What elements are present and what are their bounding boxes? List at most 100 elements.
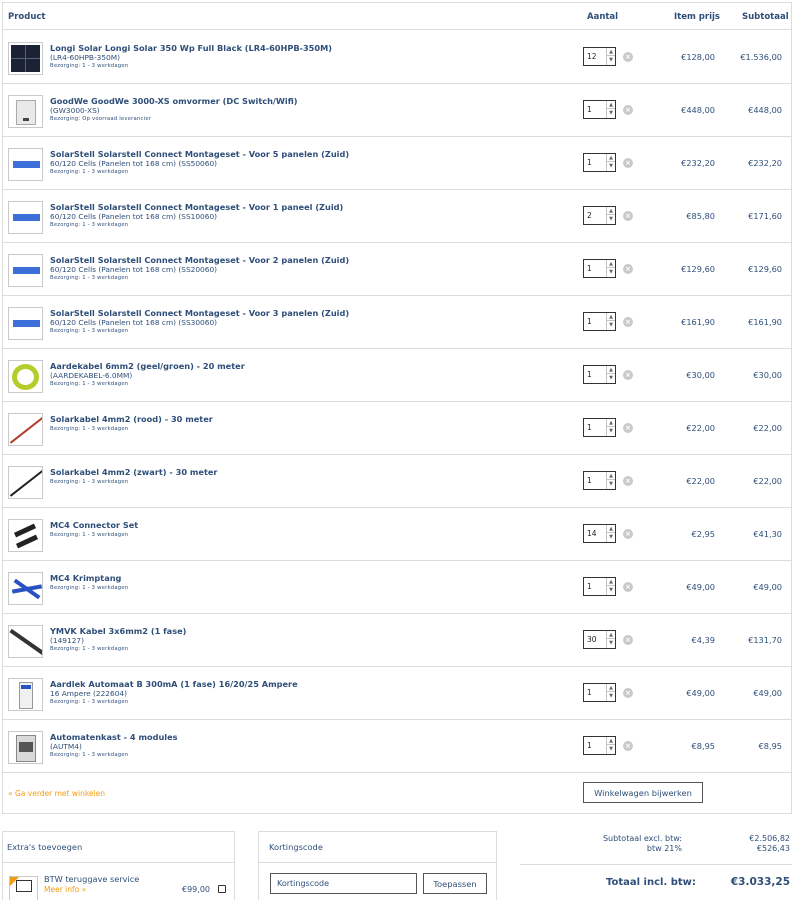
update-cart-button[interactable]: Winkelwagen bijwerken — [583, 782, 703, 803]
qty-up-icon[interactable]: ▲ — [607, 472, 615, 480]
quantity-value[interactable]: 1 — [587, 582, 592, 591]
quantity-stepper[interactable]: 1 ▲ ▼ — [583, 577, 616, 596]
quantity-value[interactable]: 1 — [587, 264, 592, 273]
qty-down-icon[interactable]: ▼ — [607, 162, 615, 170]
qty-up-icon[interactable]: ▲ — [607, 684, 615, 692]
quantity-spinner[interactable]: ▲ ▼ — [606, 154, 615, 171]
btw-service-checkbox[interactable] — [218, 885, 226, 893]
inverter-icon[interactable] — [8, 95, 43, 128]
breaker-icon[interactable] — [8, 678, 43, 711]
quantity-spinner[interactable]: ▲ ▼ — [606, 631, 615, 648]
quantity-stepper[interactable]: 1 ▲ ▼ — [583, 418, 616, 437]
coupon-apply-button[interactable]: Toepassen — [423, 873, 487, 894]
remove-item-icon[interactable]: × — [623, 741, 633, 751]
qty-up-icon[interactable]: ▲ — [607, 154, 615, 162]
quantity-stepper[interactable]: 12 ▲ ▼ — [583, 47, 616, 66]
qty-up-icon[interactable]: ▲ — [607, 366, 615, 374]
remove-item-icon[interactable]: × — [623, 529, 633, 539]
product-name-link[interactable]: SolarStell Solarstell Connect Montageset… — [50, 149, 349, 159]
remove-item-icon[interactable]: × — [623, 635, 633, 645]
qty-down-icon[interactable]: ▼ — [607, 586, 615, 594]
mounting-set-icon[interactable] — [8, 307, 43, 340]
quantity-value[interactable]: 1 — [587, 423, 592, 432]
qty-down-icon[interactable]: ▼ — [607, 692, 615, 700]
btw-more-info-link[interactable]: Meer info » — [44, 885, 86, 894]
remove-item-icon[interactable]: × — [623, 370, 633, 380]
quantity-value[interactable]: 1 — [587, 476, 592, 485]
quantity-value[interactable]: 1 — [587, 741, 592, 750]
quantity-spinner[interactable]: ▲ ▼ — [606, 260, 615, 277]
quantity-value[interactable]: 30 — [587, 635, 597, 644]
product-name-link[interactable]: Aardlek Automaat B 300mA (1 fase) 16/20/… — [50, 679, 298, 689]
product-name-link[interactable]: GoodWe GoodWe 3000-XS omvormer (DC Switc… — [50, 96, 298, 106]
quantity-spinner[interactable]: ▲ ▼ — [606, 48, 615, 65]
qty-up-icon[interactable]: ▲ — [607, 419, 615, 427]
quantity-stepper[interactable]: 30 ▲ ▼ — [583, 630, 616, 649]
qty-up-icon[interactable]: ▲ — [607, 260, 615, 268]
remove-item-icon[interactable]: × — [623, 211, 633, 221]
product-name-link[interactable]: SolarStell Solarstell Connect Montageset… — [50, 255, 349, 265]
quantity-stepper[interactable]: 1 ▲ ▼ — [583, 736, 616, 755]
remove-item-icon[interactable]: × — [623, 264, 633, 274]
quantity-spinner[interactable]: ▲ ▼ — [606, 525, 615, 542]
quantity-value[interactable]: 1 — [587, 158, 592, 167]
remove-item-icon[interactable]: × — [623, 317, 633, 327]
quantity-value[interactable]: 14 — [587, 529, 597, 538]
product-name-link[interactable]: Aardekabel 6mm2 (geel/groen) - 20 meter — [50, 361, 245, 371]
continue-shopping-link[interactable]: « Ga verder met winkelen — [8, 789, 105, 798]
remove-item-icon[interactable]: × — [623, 582, 633, 592]
quantity-stepper[interactable]: 1 ▲ ▼ — [583, 471, 616, 490]
quantity-value[interactable]: 2 — [587, 211, 592, 220]
connector-icon[interactable] — [8, 519, 43, 552]
crimp-tool-icon[interactable] — [8, 572, 43, 605]
qty-down-icon[interactable]: ▼ — [607, 215, 615, 223]
qty-down-icon[interactable]: ▼ — [607, 639, 615, 647]
product-name-link[interactable]: Longi Solar Longi Solar 350 Wp Full Blac… — [50, 43, 332, 53]
qty-down-icon[interactable]: ▼ — [607, 480, 615, 488]
remove-item-icon[interactable]: × — [623, 158, 633, 168]
solar-panel-icon[interactable] — [8, 42, 43, 75]
quantity-value[interactable]: 1 — [587, 370, 592, 379]
cabinet-icon[interactable] — [8, 731, 43, 764]
product-name-link[interactable]: SolarStell Solarstell Connect Montageset… — [50, 202, 343, 212]
qty-down-icon[interactable]: ▼ — [607, 268, 615, 276]
qty-up-icon[interactable]: ▲ — [607, 207, 615, 215]
remove-item-icon[interactable]: × — [623, 476, 633, 486]
qty-up-icon[interactable]: ▲ — [607, 525, 615, 533]
qty-down-icon[interactable]: ▼ — [607, 374, 615, 382]
quantity-value[interactable]: 1 — [587, 317, 592, 326]
mounting-set-icon[interactable] — [8, 201, 43, 234]
quantity-spinner[interactable]: ▲ ▼ — [606, 737, 615, 754]
product-name-link[interactable]: MC4 Connector Set — [50, 520, 138, 530]
mounting-set-icon[interactable] — [8, 254, 43, 287]
qty-up-icon[interactable]: ▲ — [607, 578, 615, 586]
qty-down-icon[interactable]: ▼ — [607, 109, 615, 117]
remove-item-icon[interactable]: × — [623, 688, 633, 698]
quantity-spinner[interactable]: ▲ ▼ — [606, 419, 615, 436]
product-name-link[interactable]: Solarkabel 4mm2 (zwart) - 30 meter — [50, 467, 217, 477]
quantity-spinner[interactable]: ▲ ▼ — [606, 578, 615, 595]
quantity-stepper[interactable]: 1 ▲ ▼ — [583, 259, 616, 278]
product-name-link[interactable]: SolarStell Solarstell Connect Montageset… — [50, 308, 349, 318]
product-name-link[interactable]: MC4 Krimptang — [50, 573, 121, 583]
qty-down-icon[interactable]: ▼ — [607, 427, 615, 435]
quantity-stepper[interactable]: 1 ▲ ▼ — [583, 100, 616, 119]
remove-item-icon[interactable]: × — [623, 423, 633, 433]
quantity-spinner[interactable]: ▲ ▼ — [606, 313, 615, 330]
product-name-link[interactable]: YMVK Kabel 3x6mm2 (1 fase) — [50, 626, 186, 636]
quantity-stepper[interactable]: 2 ▲ ▼ — [583, 206, 616, 225]
quantity-stepper[interactable]: 1 ▲ ▼ — [583, 683, 616, 702]
qty-down-icon[interactable]: ▼ — [607, 321, 615, 329]
quantity-value[interactable]: 12 — [587, 52, 597, 61]
qty-down-icon[interactable]: ▼ — [607, 745, 615, 753]
remove-item-icon[interactable]: × — [623, 105, 633, 115]
qty-down-icon[interactable]: ▼ — [607, 56, 615, 64]
qty-up-icon[interactable]: ▲ — [607, 737, 615, 745]
qty-down-icon[interactable]: ▼ — [607, 533, 615, 541]
quantity-value[interactable]: 1 — [587, 688, 592, 697]
qty-up-icon[interactable]: ▲ — [607, 101, 615, 109]
quantity-stepper[interactable]: 1 ▲ ▼ — [583, 365, 616, 384]
red-cable-icon[interactable] — [8, 413, 43, 446]
remove-item-icon[interactable]: × — [623, 52, 633, 62]
quantity-stepper[interactable]: 1 ▲ ▼ — [583, 153, 616, 172]
